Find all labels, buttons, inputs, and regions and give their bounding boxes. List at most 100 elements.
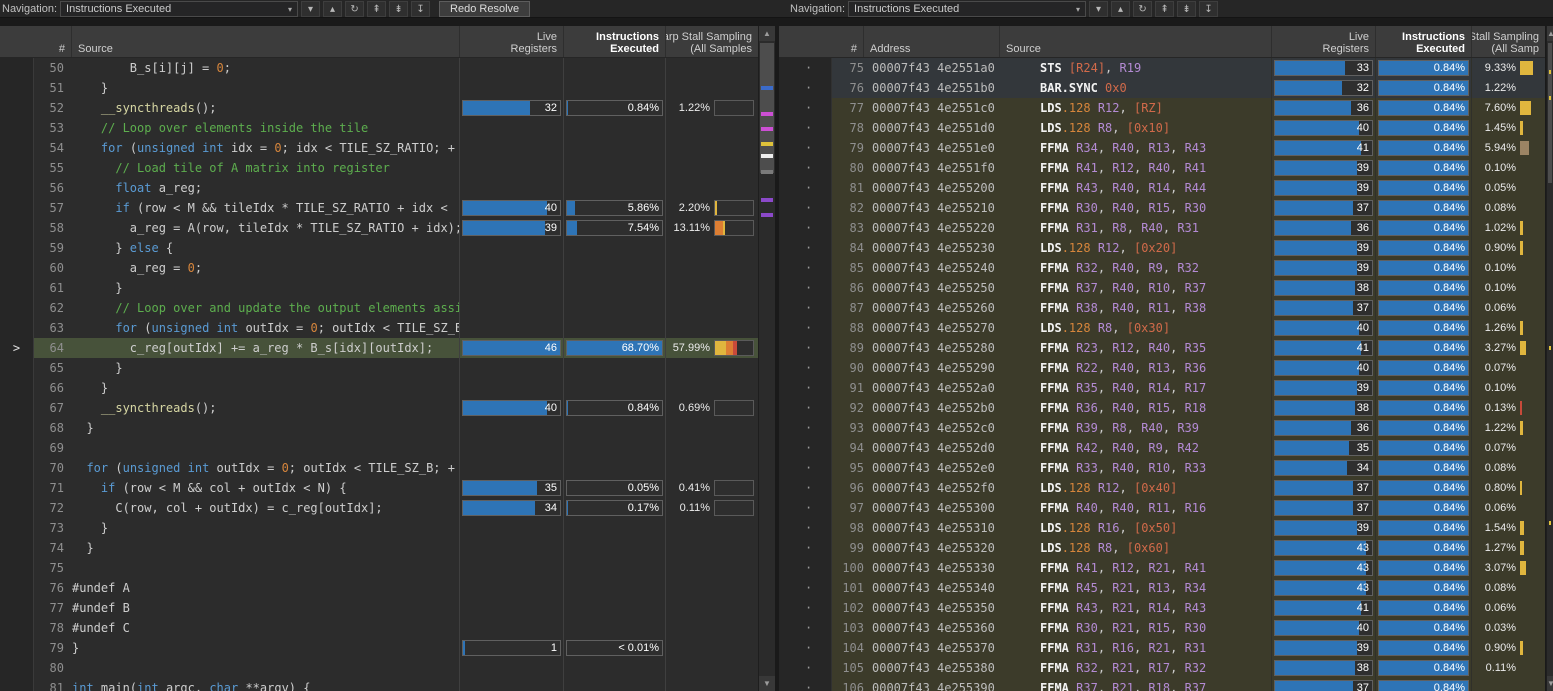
source-line-row[interactable]: 76#undef A	[0, 578, 758, 598]
goto-current-button[interactable]: ↧	[1199, 1, 1218, 17]
sass-instruction-row[interactable]: ·7800007f43 4e2551d0LDS.128 R8, [0x10]40…	[779, 118, 1545, 138]
source-line-row[interactable]: 75	[0, 558, 758, 578]
prev-hotspot-button[interactable]: ⇞	[367, 1, 386, 17]
sass-instruction-row[interactable]: ·10400007f43 4e255370FFMA R31, R16, R21,…	[779, 638, 1545, 658]
source-line-row[interactable]: 55 // Load tile of A matrix into registe…	[0, 158, 758, 178]
scroll-down-icon[interactable]: ▼	[1547, 676, 1553, 691]
redo-resolve-button[interactable]: Redo Resolve	[439, 1, 530, 17]
sass-instruction-row[interactable]: ·8800007f43 4e255270LDS.128 R8, [0x30]40…	[779, 318, 1545, 338]
sass-instruction-row[interactable]: ·7500007f43 4e2551a0STS [R24], R19330.84…	[779, 58, 1545, 78]
col-header-warp-stall[interactable]: arp Stall Sampling(All Samples	[666, 26, 758, 57]
source-line-row[interactable]: 74 }	[0, 538, 758, 558]
source-line-row[interactable]: 71 if (row < M && col + outIdx < N) {350…	[0, 478, 758, 498]
scroll-up-icon[interactable]: ▲	[1547, 26, 1553, 41]
col-header-instructions-executed[interactable]: InstructionsExecuted	[564, 26, 666, 57]
col-header-line-number[interactable]: #	[0, 26, 72, 57]
sass-instruction-row[interactable]: ·8500007f43 4e255240FFMA R32, R40, R9, R…	[779, 258, 1545, 278]
source-line-row[interactable]: 56 float a_reg;	[0, 178, 758, 198]
source-line-row[interactable]: 80	[0, 658, 758, 678]
next-hotspot-button[interactable]: ⇟	[1177, 1, 1196, 17]
scroll-down-icon[interactable]: ▼	[759, 676, 775, 691]
source-line-row[interactable]: 51 }	[0, 78, 758, 98]
sass-scrollbar[interactable]: ▲ ▼	[1546, 26, 1553, 691]
sass-instruction-row[interactable]: ·8300007f43 4e255220FFMA R31, R8, R40, R…	[779, 218, 1545, 238]
sass-instruction-row[interactable]: ·9300007f43 4e2552c0FFMA R39, R8, R40, R…	[779, 418, 1545, 438]
sass-instruction-row[interactable]: ·10300007f43 4e255360FFMA R30, R21, R15,…	[779, 618, 1545, 638]
source-line-row[interactable]: 77#undef B	[0, 598, 758, 618]
sass-instruction-row[interactable]: ·10000007f43 4e255330FFMA R41, R12, R21,…	[779, 558, 1545, 578]
col-header-instruction-index[interactable]: #	[779, 26, 864, 57]
nav-previous-button[interactable]: ▴	[1111, 1, 1130, 17]
source-line-row[interactable]: 50 B_s[i][j] = 0;	[0, 58, 758, 78]
sass-instruction-row[interactable]: ·7600007f43 4e2551b0BAR.SYNC 0x0320.84%1…	[779, 78, 1545, 98]
source-line-row[interactable]: 67 __syncthreads();400.84%0.69%	[0, 398, 758, 418]
source-line-row[interactable]: 78#undef C	[0, 618, 758, 638]
sass-instruction-row[interactable]: ·9900007f43 4e255320LDS.128 R8, [0x60]43…	[779, 538, 1545, 558]
sass-instruction-row[interactable]: ·7700007f43 4e2551c0LDS.128 R12, [RZ]360…	[779, 98, 1545, 118]
source-line-row[interactable]: 58 a_reg = A(row, tileIdx * TILE_SZ_RATI…	[0, 218, 758, 238]
goto-current-button[interactable]: ↧	[411, 1, 430, 17]
col-header-address[interactable]: Address	[864, 26, 1000, 57]
nav-history-dropdown-button[interactable]: ▾	[301, 1, 320, 17]
sass-instruction-row[interactable]: ·8600007f43 4e255250FFMA R37, R40, R10, …	[779, 278, 1545, 298]
source-line-row[interactable]: >64 c_reg[outIdx] += a_reg * B_s[idx][ou…	[0, 338, 758, 358]
resolve-source-button[interactable]: ↻	[345, 1, 364, 17]
sass-instruction-row[interactable]: ·9000007f43 4e255290FFMA R22, R40, R13, …	[779, 358, 1545, 378]
source-line-row[interactable]: 81int main(int argc, char **argv) {	[0, 678, 758, 691]
source-line-row[interactable]: 60 a_reg = 0;	[0, 258, 758, 278]
navigation-select[interactable]: Instructions Executed ▾	[60, 1, 298, 17]
source-line-row[interactable]: 72 C(row, col + outIdx) = c_reg[outIdx];…	[0, 498, 758, 518]
warp-stall-value: 0.11%	[666, 498, 710, 518]
sass-instruction-row[interactable]: ·8700007f43 4e255260FFMA R38, R40, R11, …	[779, 298, 1545, 318]
sass-instruction-row[interactable]: ·9200007f43 4e2552b0FFMA R36, R40, R15, …	[779, 398, 1545, 418]
source-line-row[interactable]: 59 } else {	[0, 238, 758, 258]
source-line-row[interactable]: 65 }	[0, 358, 758, 378]
sass-instruction-row[interactable]: ·7900007f43 4e2551e0FFMA R34, R40, R13, …	[779, 138, 1545, 158]
resolve-source-button[interactable]: ↻	[1133, 1, 1152, 17]
sass-instruction-row[interactable]: ·9800007f43 4e255310LDS.128 R16, [0x50]3…	[779, 518, 1545, 538]
scroll-up-icon[interactable]: ▲	[759, 26, 775, 41]
col-header-warp-stall[interactable]: arp Stall Sampling(All Samp	[1472, 26, 1545, 57]
sass-instruction-row[interactable]: ·9700007f43 4e255300FFMA R40, R40, R11, …	[779, 498, 1545, 518]
sass-instruction-row[interactable]: ·9600007f43 4e2552f0LDS.128 R12, [0x40]3…	[779, 478, 1545, 498]
sass-instruction-row[interactable]: ·8200007f43 4e255210FFMA R30, R40, R15, …	[779, 198, 1545, 218]
sass-instruction-row[interactable]: ·10100007f43 4e255340FFMA R45, R21, R13,…	[779, 578, 1545, 598]
sass-instruction-row[interactable]: ·9100007f43 4e2552a0FFMA R35, R40, R14, …	[779, 378, 1545, 398]
sass-instruction-row[interactable]: ·9500007f43 4e2552e0FFMA R33, R40, R10, …	[779, 458, 1545, 478]
source-line-row[interactable]: 70 for (unsigned int outIdx = 0; outIdx …	[0, 458, 758, 478]
col-header-source[interactable]: Source	[1000, 26, 1272, 57]
scrollbar-thumb[interactable]	[1548, 43, 1552, 183]
nav-previous-button[interactable]: ▴	[323, 1, 342, 17]
warp-stall-cell: 0.06%	[1472, 598, 1545, 618]
source-line-row[interactable]: 73 }	[0, 518, 758, 538]
source-line-row[interactable]: 61 }	[0, 278, 758, 298]
navigation-select[interactable]: Instructions Executed ▾	[848, 1, 1086, 17]
prev-hotspot-button[interactable]: ⇞	[1155, 1, 1174, 17]
line-gutter	[0, 178, 34, 198]
source-line-row[interactable]: 79}1< 0.01%	[0, 638, 758, 658]
nav-history-dropdown-button[interactable]: ▾	[1089, 1, 1108, 17]
source-line-row[interactable]: 57 if (row < M && tileIdx * TILE_SZ_RATI…	[0, 198, 758, 218]
sass-instruction-row[interactable]: ·9400007f43 4e2552d0FFMA R42, R40, R9, R…	[779, 438, 1545, 458]
sass-instruction-row[interactable]: ·8400007f43 4e255230LDS.128 R12, [0x20]3…	[779, 238, 1545, 258]
source-line-row[interactable]: 53 // Loop over elements inside the tile	[0, 118, 758, 138]
sass-instruction-row[interactable]: ·8000007f43 4e2551f0FFMA R41, R12, R40, …	[779, 158, 1545, 178]
next-hotspot-button[interactable]: ⇟	[389, 1, 408, 17]
source-line-row[interactable]: 66 }	[0, 378, 758, 398]
sass-instruction-row[interactable]: ·10600007f43 4e255390FFMA R37, R21, R18,…	[779, 678, 1545, 691]
source-line-row[interactable]: 62 // Loop over and update the output el…	[0, 298, 758, 318]
sass-instruction-row[interactable]: ·10500007f43 4e255380FFMA R32, R21, R17,…	[779, 658, 1545, 678]
col-header-instructions-executed[interactable]: InstructionsExecuted	[1376, 26, 1472, 57]
source-line-row[interactable]: 69	[0, 438, 758, 458]
col-header-live-registers[interactable]: LiveRegisters	[460, 26, 564, 57]
source-line-row[interactable]: 63 for (unsigned int outIdx = 0; outIdx …	[0, 318, 758, 338]
source-scrollbar[interactable]: ▲ ▼	[758, 26, 775, 691]
sass-instruction-row[interactable]: ·8900007f43 4e255280FFMA R23, R12, R40, …	[779, 338, 1545, 358]
source-line-row[interactable]: 68 }	[0, 418, 758, 438]
sass-instruction-row[interactable]: ·8100007f43 4e255200FFMA R43, R40, R14, …	[779, 178, 1545, 198]
col-header-live-registers[interactable]: LiveRegisters	[1272, 26, 1376, 57]
source-line-row[interactable]: 52 __syncthreads();320.84%1.22%	[0, 98, 758, 118]
sass-instruction-row[interactable]: ·10200007f43 4e255350FFMA R43, R21, R14,…	[779, 598, 1545, 618]
col-header-source[interactable]: Source	[72, 26, 460, 57]
source-line-row[interactable]: 54 for (unsigned int idx = 0; idx < TILE…	[0, 138, 758, 158]
